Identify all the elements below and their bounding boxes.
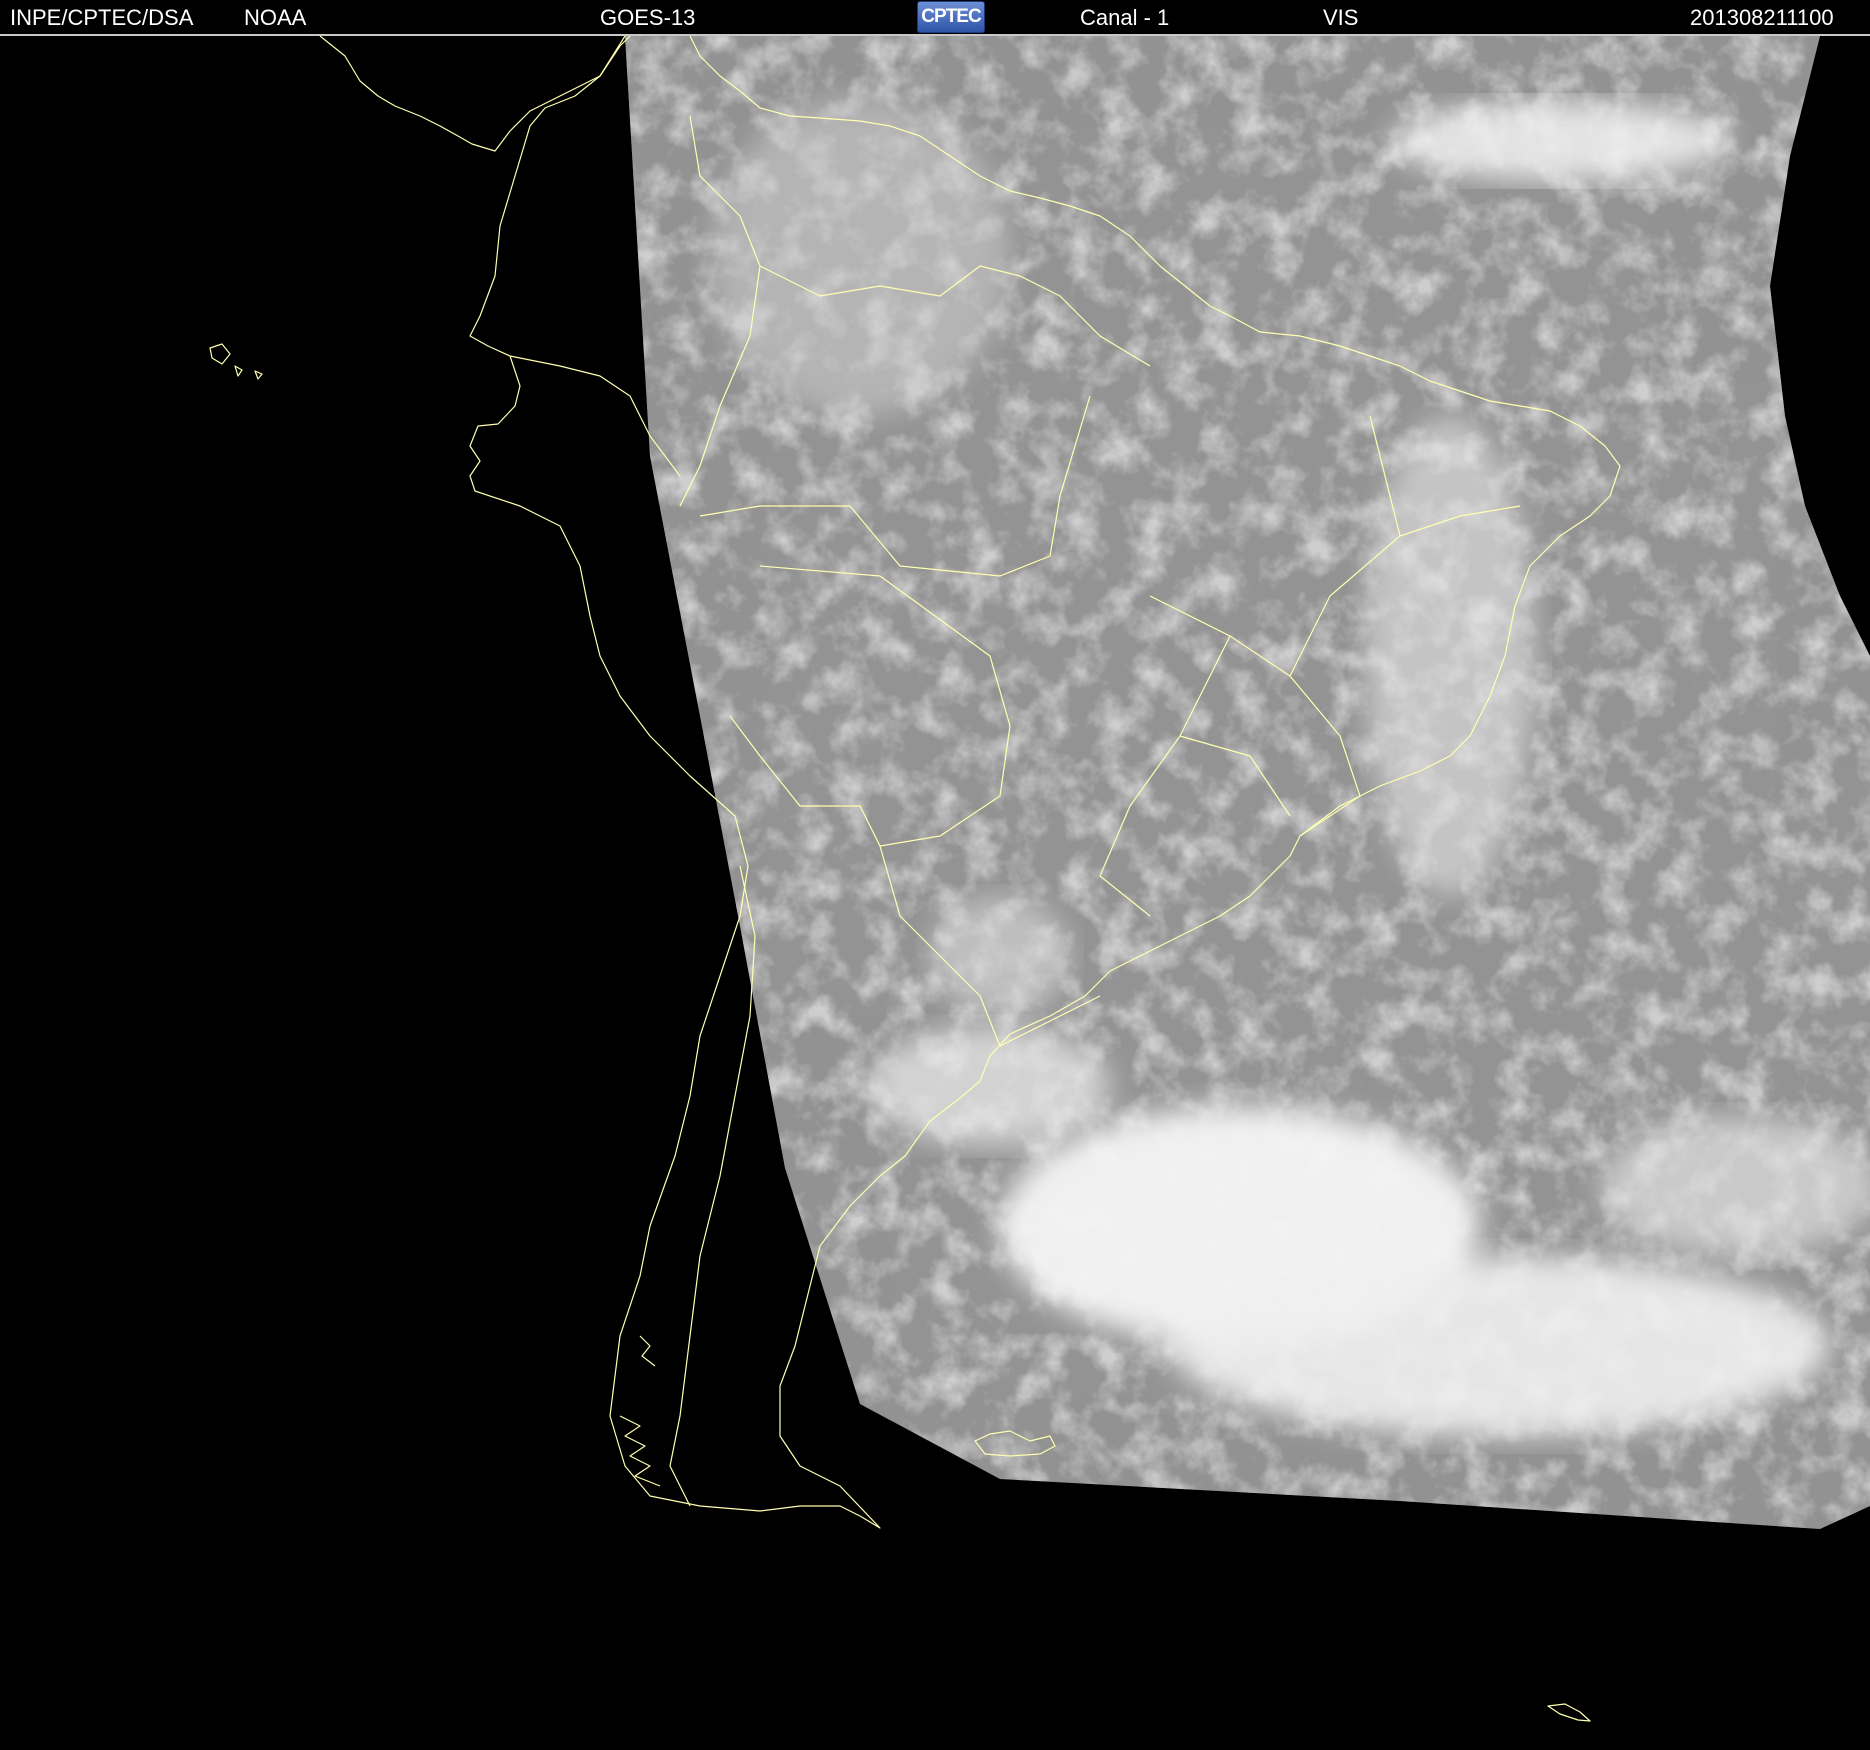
imagery-swath xyxy=(625,36,1870,1529)
cloud-cluster-amazon xyxy=(710,96,1010,416)
satellite-label: GOES-13 xyxy=(600,5,696,30)
satellite-map xyxy=(209,36,1870,1722)
agency-label: NOAA xyxy=(244,5,307,30)
timestamp-label: 201308211100 xyxy=(1690,5,1834,30)
border-argentina-chile xyxy=(669,865,756,1507)
cloud-band-east-coast xyxy=(1365,416,1535,896)
central-america-coast xyxy=(319,36,631,152)
chile-fjords xyxy=(619,1335,661,1487)
galapagos-islands xyxy=(209,343,263,380)
cptec-logo: CPTEC xyxy=(917,1,985,33)
cptec-logo-text: CPTEC xyxy=(921,6,981,27)
south-georgia-island xyxy=(1547,1703,1591,1722)
channel-label: Canal - 1 xyxy=(1080,5,1170,30)
cloud-band-north-atlantic xyxy=(1390,101,1730,181)
band-label: VIS xyxy=(1323,5,1359,30)
image-header-bar: INPE/CPTEC/DSA NOAA GOES-13 CPTEC Canal … xyxy=(0,0,1870,36)
institution-label: INPE/CPTEC/DSA xyxy=(10,5,194,30)
